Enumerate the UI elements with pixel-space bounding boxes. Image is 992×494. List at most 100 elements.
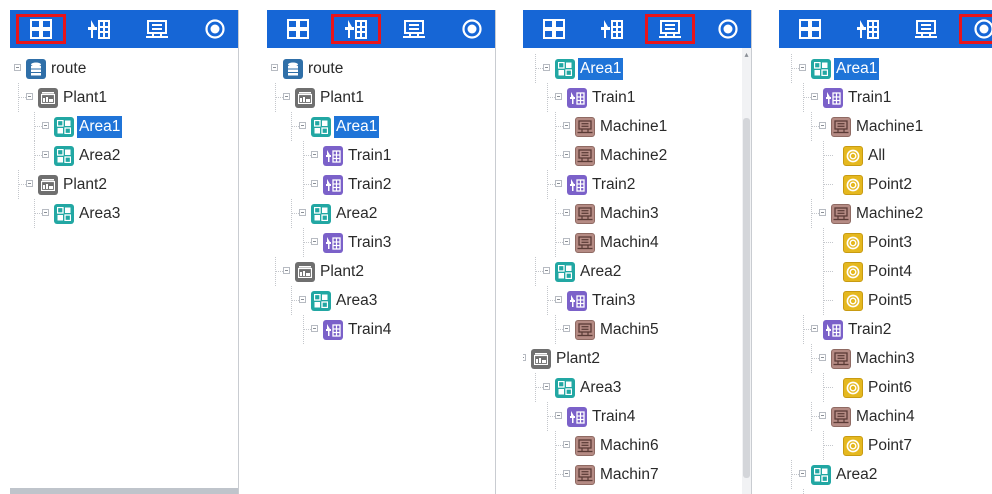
tree-node[interactable]: Machin3 [575,202,661,226]
train-view-button[interactable] [587,14,637,44]
tree-node[interactable]: Point5 [843,289,914,313]
tree-node[interactable]: Train1 [823,86,893,110]
expand-toggle-icon[interactable] [563,238,570,245]
tree-row-area[interactable]: Area2 [779,460,992,489]
tree-row-point[interactable]: All [779,141,992,170]
expand-toggle-icon[interactable] [819,122,826,129]
tree-node[interactable]: Point6 [843,376,914,400]
machine-view-button[interactable] [389,14,439,44]
tree-node[interactable]: Machin4 [831,405,917,429]
tree-row-machine[interactable]: Machine1 [523,112,751,141]
expand-toggle-icon[interactable] [819,209,826,216]
expand-toggle-icon[interactable] [311,325,318,332]
expand-toggle-icon[interactable] [42,122,49,129]
expand-toggle-icon[interactable] [811,93,818,100]
expand-toggle-icon[interactable] [563,122,570,129]
expand-toggle-icon[interactable] [543,267,550,274]
tree-row-plant[interactable]: Plant2 [267,257,495,286]
tree-node[interactable]: Area2 [54,144,122,168]
tree-row-area[interactable]: Area2 [523,257,751,286]
tree-node[interactable]: Machine2 [831,202,925,226]
tree-node[interactable]: All [843,144,887,168]
expand-toggle-icon[interactable] [799,64,806,71]
tree-node[interactable]: Plant2 [295,260,366,284]
tree-node[interactable]: Area1 [311,115,380,139]
point-view-button[interactable] [959,14,992,44]
tree-row-area[interactable]: Area1 [779,54,992,83]
tree-row-area[interactable]: Area3 [10,199,238,228]
tree-node[interactable]: Area2 [555,260,623,284]
scrollbar-thumb[interactable] [743,118,750,478]
expand-toggle-icon[interactable] [563,209,570,216]
expand-toggle-icon[interactable] [819,412,826,419]
tree-node[interactable]: Train3 [567,289,637,313]
tree-node[interactable]: Point4 [843,260,914,284]
tree-node[interactable]: Plant2 [38,173,109,197]
tree-node[interactable]: Machine2 [575,144,669,168]
tree-row-point[interactable]: Point2 [779,170,992,199]
expand-toggle-icon[interactable] [299,296,306,303]
expand-toggle-icon[interactable] [311,151,318,158]
tree-node[interactable]: Area3 [555,376,623,400]
area-view-button[interactable] [785,14,835,44]
tree-node[interactable]: route [26,57,88,81]
expand-toggle-icon[interactable] [299,122,306,129]
tree-row-point[interactable]: Point4 [779,257,992,286]
tree-row-train[interactable]: Train3 [523,286,751,315]
tree-row-machine[interactable]: Machin3 [523,199,751,228]
expand-toggle-icon[interactable] [26,93,33,100]
tree-node[interactable]: Area2 [311,202,379,226]
tree-node[interactable]: Machine1 [831,115,925,139]
train-view-button[interactable] [74,14,124,44]
tree-row-plant[interactable]: Plant2 [523,344,751,373]
tree-node[interactable]: Area1 [811,57,880,81]
tree-node[interactable]: Plant2 [531,347,602,371]
tree-row-area[interactable]: Area3 [267,286,495,315]
machine-view-button[interactable] [645,14,695,44]
tree-node[interactable]: Train1 [567,86,637,110]
tree-row-point[interactable]: Point7 [779,431,992,460]
tree-row-area[interactable]: Area2 [10,141,238,170]
tree-node[interactable]: Point2 [843,173,914,197]
expand-toggle-icon[interactable] [283,267,290,274]
tree-node[interactable]: Machine1 [575,115,669,139]
tree-row-area[interactable]: Area1 [10,112,238,141]
area-view-button[interactable] [529,14,579,44]
tree-row-plant[interactable]: Plant2 [10,170,238,199]
vertical-scrollbar[interactable] [742,48,751,494]
expand-toggle-icon[interactable] [563,441,570,448]
tree-row-machine[interactable]: Machin5 [523,315,751,344]
expand-toggle-icon[interactable] [555,93,562,100]
tree-node[interactable]: Machin3 [831,347,917,371]
tree-node[interactable]: Plant1 [38,86,109,110]
area-view-button[interactable] [16,14,66,44]
tree-node[interactable]: Machin4 [575,231,661,255]
tree-row-train[interactable]: Train4 [267,315,495,344]
tree-node[interactable]: Area3 [54,202,122,226]
point-view-button[interactable] [190,14,238,44]
tree-row-train[interactable]: Train1 [267,141,495,170]
tree-row-machine[interactable]: Machin6 [523,431,751,460]
tree-node[interactable]: Area1 [54,115,123,139]
tree-row-machine[interactable]: Machin3 [779,344,992,373]
expand-toggle-icon[interactable] [299,209,306,216]
tree-row-route[interactable]: route [10,54,238,83]
tree-row-machine[interactable]: Machine1 [779,112,992,141]
tree-node[interactable]: Area2 [811,463,879,487]
expand-toggle-icon[interactable] [26,180,33,187]
tree-row-train[interactable]: Train4 [523,402,751,431]
tree-row-area[interactable]: Area1 [267,112,495,141]
tree-row-machine[interactable]: Machin4 [779,402,992,431]
tree-row-point[interactable]: Point5 [779,286,992,315]
expand-toggle-icon[interactable] [563,325,570,332]
tree-row-train[interactable]: Train2 [779,315,992,344]
expand-toggle-icon[interactable] [42,209,49,216]
tree-row-area[interactable]: Area2 [267,199,495,228]
expand-toggle-icon[interactable] [811,325,818,332]
tree-row-point[interactable]: Point6 [779,373,992,402]
expand-toggle-icon[interactable] [563,470,570,477]
scroll-up-arrow-icon[interactable]: ▴ [742,51,751,59]
tree-row-plant[interactable]: Plant1 [267,83,495,112]
tree-node[interactable]: Area3 [311,289,379,313]
tree-node[interactable]: Train2 [323,173,393,197]
